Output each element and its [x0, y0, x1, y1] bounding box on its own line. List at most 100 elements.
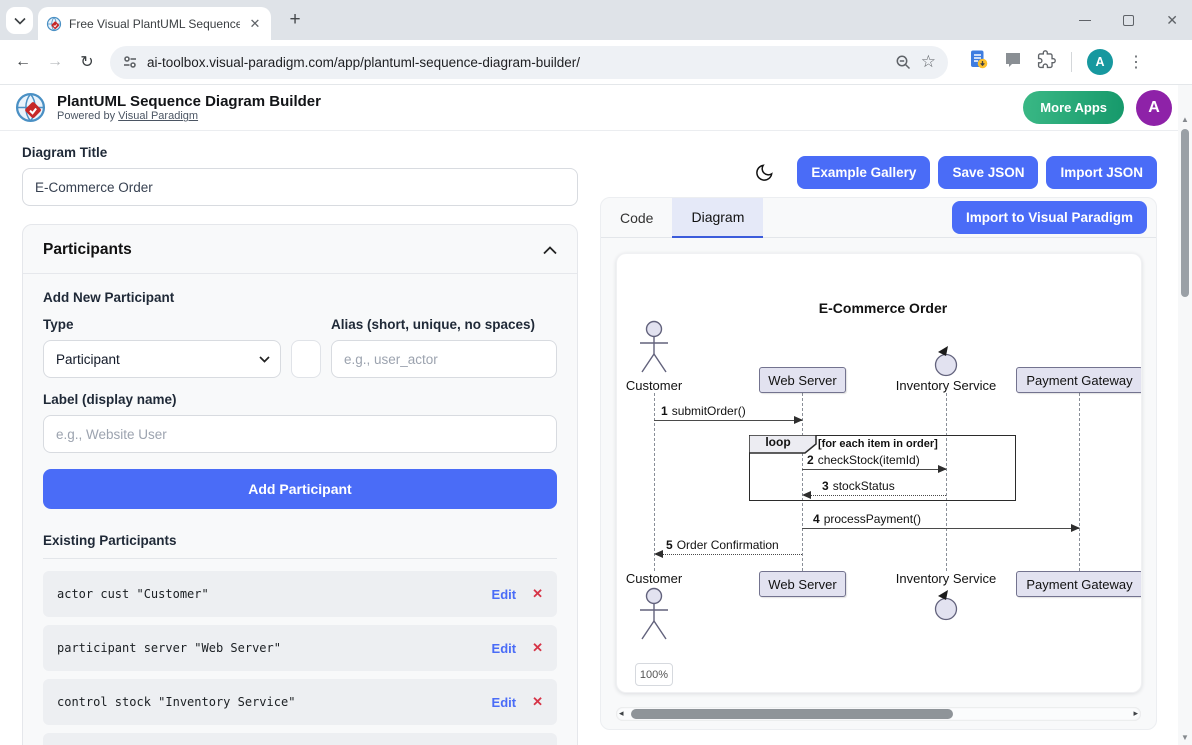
type-select[interactable]: Participant	[43, 340, 281, 378]
delete-icon[interactable]: ✕	[532, 586, 543, 602]
participant-row: control stock "Inventory Service" Edit ✕	[43, 679, 557, 725]
actor-icon	[636, 587, 672, 643]
display-name-input[interactable]	[43, 415, 557, 453]
alias-input[interactable]	[331, 340, 557, 378]
zoom-level-badge[interactable]: 100%	[635, 663, 673, 686]
window-close-icon[interactable]: ✕	[1166, 13, 1178, 27]
import-to-visual-paradigm-button[interactable]: Import to Visual Paradigm	[952, 201, 1147, 234]
arrowhead-right	[1071, 524, 1080, 532]
tab-code[interactable]: Code	[601, 198, 672, 238]
reload-icon[interactable]: ↻	[74, 52, 100, 72]
message-1: 1submitOrder()	[661, 404, 746, 418]
edit-link[interactable]: Edit	[492, 587, 517, 602]
participant-box-payment-gateway-bottom: Payment Gateway	[1016, 571, 1142, 597]
scroll-left-icon[interactable]: ◂	[619, 708, 624, 719]
message-4: 4processPayment()	[813, 512, 921, 526]
more-apps-button[interactable]: More Apps	[1023, 91, 1124, 124]
tab-title: Free Visual PlantUML Sequence	[69, 17, 240, 31]
horizontal-scroll-thumb[interactable]	[631, 709, 953, 719]
edit-link[interactable]: Edit	[492, 695, 517, 710]
scroll-right-icon[interactable]: ▸	[1133, 708, 1138, 719]
tune-icon[interactable]	[122, 54, 138, 70]
chevron-down-icon	[259, 356, 270, 363]
dark-mode-moon-icon[interactable]	[754, 162, 775, 183]
scroll-up-icon[interactable]: ▲	[1178, 115, 1192, 124]
url-text[interactable]: ai-toolbox.visual-paradigm.com/app/plant…	[147, 55, 886, 70]
zoom-out-icon[interactable]	[895, 54, 912, 71]
message-2: 2checkStock(itemId)	[807, 453, 920, 467]
participant-row: participant payment "Payment Gateway" Ed…	[43, 733, 557, 745]
back-icon[interactable]: ←	[10, 53, 36, 71]
participants-card: Participants Add New Participant Type Al…	[22, 224, 578, 745]
delete-icon[interactable]: ✕	[532, 640, 543, 656]
new-tab-button[interactable]: +	[284, 9, 306, 31]
participant-box-web-server-bottom: Web Server	[759, 571, 846, 597]
add-participant-button[interactable]: Add Participant	[43, 469, 557, 509]
page-title: PlantUML Sequence Diagram Builder	[57, 93, 321, 110]
reading-list-icon[interactable]	[968, 49, 989, 75]
vertical-scrollbar[interactable]: ▲ ▼	[1178, 85, 1192, 745]
participants-heading: Participants	[43, 241, 132, 259]
participant-label-inventory-service-bottom: Inventory Service	[896, 571, 996, 586]
control-icon	[932, 588, 960, 622]
tab-diagram[interactable]: Diagram	[672, 198, 763, 238]
participant-code: control stock "Inventory Service"	[57, 695, 484, 709]
left-panel: Diagram Title Participants Add New Parti…	[22, 145, 578, 745]
loop-label: loop	[750, 435, 806, 449]
right-panel: Example Gallery Save JSON Import JSON Co…	[600, 131, 1157, 730]
arrowhead-right	[938, 465, 947, 473]
participant-code: participant server "Web Server"	[57, 641, 484, 655]
vertical-scroll-thumb[interactable]	[1181, 129, 1189, 297]
app-logo	[14, 91, 47, 124]
address-bar[interactable]: ai-toolbox.visual-paradigm.com/app/plant…	[110, 46, 948, 79]
participant-code: actor cust "Customer"	[57, 587, 484, 601]
browser-tab[interactable]: Free Visual PlantUML Sequence ✕	[38, 7, 271, 40]
participant-row: participant server "Web Server" Edit ✕	[43, 625, 557, 671]
diagram-title-label: Diagram Title	[22, 145, 578, 160]
diagram-title: E-Commerce Order	[819, 300, 947, 316]
toolbar-divider	[1071, 52, 1072, 72]
sequence-diagram-canvas[interactable]: E-Commerce Order Customer	[616, 253, 1142, 693]
diagram-title-input[interactable]	[22, 168, 578, 206]
example-gallery-button[interactable]: Example Gallery	[797, 156, 930, 189]
horizontal-scrollbar[interactable]: ◂ ▸	[616, 707, 1141, 721]
message-1-arrow	[654, 420, 802, 421]
arrowhead-right	[794, 416, 803, 424]
scroll-down-icon[interactable]: ▼	[1178, 733, 1192, 742]
window-maximize-icon[interactable]	[1123, 15, 1134, 26]
site-favicon	[46, 16, 62, 32]
arrowhead-left	[654, 550, 663, 558]
add-participant-heading: Add New Participant	[43, 290, 557, 305]
message-5: 5Order Confirmation	[666, 538, 779, 552]
existing-participants-heading: Existing Participants	[43, 533, 557, 548]
participant-label-customer: Customer	[626, 378, 682, 393]
message-3: 3stockStatus	[822, 479, 895, 493]
display-name-label: Label (display name)	[43, 392, 557, 407]
powered-by: Powered by Visual Paradigm	[57, 110, 321, 122]
color-swatch-box[interactable]	[291, 340, 321, 378]
browser-menu-icon[interactable]: ⋮	[1128, 52, 1144, 72]
type-label: Type	[43, 317, 281, 332]
message-5-arrow	[656, 554, 802, 555]
comment-bubble-icon[interactable]	[1004, 51, 1022, 74]
tab-close-icon[interactable]: ✕	[247, 16, 263, 32]
extensions-puzzle-icon[interactable]	[1037, 50, 1056, 74]
bookmark-star-icon[interactable]: ☆	[921, 52, 936, 72]
participant-box-web-server: Web Server	[759, 367, 846, 393]
edit-link[interactable]: Edit	[492, 641, 517, 656]
lifeline-payment-gateway	[1079, 393, 1080, 571]
save-json-button[interactable]: Save JSON	[938, 156, 1038, 189]
chevron-up-icon[interactable]	[543, 246, 557, 255]
arrowhead-left	[802, 491, 811, 499]
message-4-arrow	[802, 528, 1079, 529]
import-json-button[interactable]: Import JSON	[1046, 156, 1157, 189]
forward-icon[interactable]: →	[42, 53, 68, 71]
user-avatar[interactable]: A	[1136, 90, 1172, 126]
editor-panel: Code Diagram Import to Visual Paradigm E…	[600, 197, 1157, 730]
delete-icon[interactable]: ✕	[532, 694, 543, 710]
visual-paradigm-link[interactable]: Visual Paradigm	[118, 110, 198, 122]
actor-icon	[636, 320, 672, 376]
browser-profile-avatar[interactable]: A	[1087, 49, 1113, 75]
tab-search-button[interactable]	[6, 7, 33, 34]
window-minimize-icon[interactable]	[1079, 20, 1091, 21]
